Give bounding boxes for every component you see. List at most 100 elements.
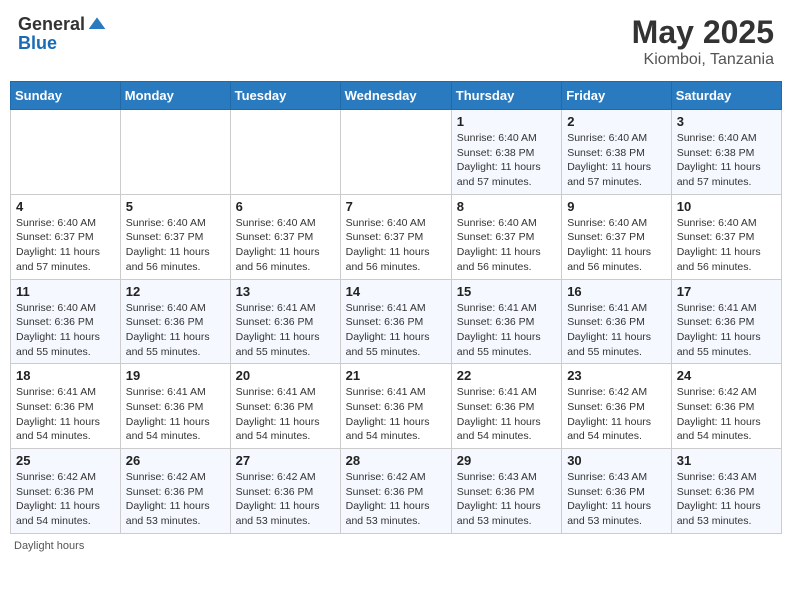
day-number: 20 bbox=[236, 368, 335, 383]
title-block: May 2025 Kiomboi, Tanzania bbox=[632, 14, 774, 69]
logo-icon bbox=[87, 14, 107, 34]
calendar-day-cell: 19 Sunrise: 6:41 AM Sunset: 6:36 PM Dayli… bbox=[120, 364, 230, 449]
calendar-day-cell: 26Sunrise: 6:42 AM Sunset: 6:36 PM Dayli… bbox=[120, 449, 230, 534]
calendar-header-cell: Friday bbox=[562, 82, 672, 110]
day-info: Sunrise: 6:42 AM Sunset: 6:36 PM Dayligh… bbox=[567, 385, 666, 444]
calendar-day-cell bbox=[120, 110, 230, 195]
day-info: Sunrise: 6:40 AM Sunset: 6:37 PM Dayligh… bbox=[677, 216, 776, 275]
day-info: Sunrise: 6:40 AM Sunset: 6:37 PM Dayligh… bbox=[457, 216, 556, 275]
day-number: 19 bbox=[126, 368, 225, 383]
day-info: Sunrise: 6:40 AM Sunset: 6:37 PM Dayligh… bbox=[16, 216, 115, 275]
day-info: Sunrise: 6:40 AM Sunset: 6:38 PM Dayligh… bbox=[457, 131, 556, 190]
day-info: Sunrise: 6:42 AM Sunset: 6:36 PM Dayligh… bbox=[126, 470, 225, 529]
day-info: Sunrise: 6:43 AM Sunset: 6:36 PM Dayligh… bbox=[457, 470, 556, 529]
logo: General Blue bbox=[18, 14, 107, 52]
day-info: Sunrise: 6:42 AM Sunset: 6:36 PM Dayligh… bbox=[346, 470, 446, 529]
day-number: 18 bbox=[16, 368, 115, 383]
calendar-week-row: 25 Sunrise: 6:42 AM Sunset: 6:36 PM Dayli… bbox=[11, 449, 782, 534]
page-header: General Blue May 2025 Kiomboi, Tanzania bbox=[10, 10, 782, 73]
day-info: Sunrise: 6:41 AM Sunset: 6:36 PM Dayligh… bbox=[677, 301, 776, 360]
day-number: 3 bbox=[677, 114, 776, 129]
calendar-header-cell: Tuesday bbox=[230, 82, 340, 110]
day-info: Sunrise: 6:41 AM Sunset: 6:36 PM Dayligh… bbox=[126, 385, 225, 444]
calendar-day-cell: 9Sunrise: 6:40 AM Sunset: 6:37 PM Daylig… bbox=[562, 194, 672, 279]
day-number: 27 bbox=[236, 453, 335, 468]
calendar-day-cell: 23 Sunrise: 6:42 AM Sunset: 6:36 PM Dayli… bbox=[562, 364, 672, 449]
calendar-day-cell: 13Sunrise: 6:41 AM Sunset: 6:36 PM Dayli… bbox=[230, 279, 340, 364]
day-info: Sunrise: 6:43 AM Sunset: 6:36 PM Dayligh… bbox=[677, 470, 776, 529]
day-number: 14 bbox=[346, 284, 446, 299]
day-number: 21 bbox=[346, 368, 446, 383]
day-info: Sunrise: 6:40 AM Sunset: 6:37 PM Dayligh… bbox=[236, 216, 335, 275]
day-info: Sunrise: 6:43 AM Sunset: 6:36 PM Dayligh… bbox=[567, 470, 666, 529]
day-info: Sunrise: 6:42 AM Sunset: 6:36 PM Dayligh… bbox=[677, 385, 776, 444]
footer-text: Daylight hours bbox=[14, 540, 84, 552]
calendar-table: SundayMondayTuesdayWednesdayThursdayFrid… bbox=[10, 81, 782, 534]
day-number: 4 bbox=[16, 199, 115, 214]
calendar-day-cell: 2 Sunrise: 6:40 AM Sunset: 6:38 PM Daylig… bbox=[562, 110, 672, 195]
calendar-day-cell: 5Sunrise: 6:40 AM Sunset: 6:37 PM Daylig… bbox=[120, 194, 230, 279]
day-info: Sunrise: 6:40 AM Sunset: 6:36 PM Dayligh… bbox=[126, 301, 225, 360]
calendar-day-cell: 8 Sunrise: 6:40 AM Sunset: 6:37 PM Daylig… bbox=[451, 194, 561, 279]
day-number: 10 bbox=[677, 199, 776, 214]
calendar-day-cell: 16Sunrise: 6:41 AM Sunset: 6:36 PM Dayli… bbox=[562, 279, 672, 364]
footer-note: Daylight hours bbox=[10, 540, 782, 552]
calendar-day-cell: 18 Sunrise: 6:41 AM Sunset: 6:36 PM Dayli… bbox=[11, 364, 121, 449]
calendar-header-cell: Saturday bbox=[671, 82, 781, 110]
calendar-day-cell: 11 Sunrise: 6:40 AM Sunset: 6:36 PM Dayli… bbox=[11, 279, 121, 364]
day-number: 25 bbox=[16, 453, 115, 468]
day-number: 7 bbox=[346, 199, 446, 214]
calendar-week-row: 4 Sunrise: 6:40 AM Sunset: 6:37 PM Daylig… bbox=[11, 194, 782, 279]
day-number: 29 bbox=[457, 453, 556, 468]
calendar-week-row: 11 Sunrise: 6:40 AM Sunset: 6:36 PM Dayli… bbox=[11, 279, 782, 364]
calendar-day-cell: 21 Sunrise: 6:41 AM Sunset: 6:36 PM Dayli… bbox=[340, 364, 451, 449]
calendar-day-cell: 7Sunrise: 6:40 AM Sunset: 6:37 PM Daylig… bbox=[340, 194, 451, 279]
day-number: 15 bbox=[457, 284, 556, 299]
day-info: Sunrise: 6:40 AM Sunset: 6:38 PM Dayligh… bbox=[567, 131, 666, 190]
day-number: 12 bbox=[126, 284, 225, 299]
day-number: 23 bbox=[567, 368, 666, 383]
logo-text-blue: Blue bbox=[18, 34, 57, 52]
calendar-day-cell: 4 Sunrise: 6:40 AM Sunset: 6:37 PM Daylig… bbox=[11, 194, 121, 279]
day-number: 22 bbox=[457, 368, 556, 383]
calendar-title: May 2025 bbox=[632, 14, 774, 51]
day-info: Sunrise: 6:41 AM Sunset: 6:36 PM Dayligh… bbox=[567, 301, 666, 360]
calendar-day-cell: 14Sunrise: 6:41 AM Sunset: 6:36 PM Dayli… bbox=[340, 279, 451, 364]
calendar-day-cell: 22 Sunrise: 6:41 AM Sunset: 6:36 PM Dayli… bbox=[451, 364, 561, 449]
day-info: Sunrise: 6:41 AM Sunset: 6:36 PM Dayligh… bbox=[236, 301, 335, 360]
calendar-day-cell: 20 Sunrise: 6:41 AM Sunset: 6:36 PM Dayli… bbox=[230, 364, 340, 449]
calendar-header-row: SundayMondayTuesdayWednesdayThursdayFrid… bbox=[11, 82, 782, 110]
day-info: Sunrise: 6:41 AM Sunset: 6:36 PM Dayligh… bbox=[346, 385, 446, 444]
calendar-header-cell: Thursday bbox=[451, 82, 561, 110]
day-info: Sunrise: 6:41 AM Sunset: 6:36 PM Dayligh… bbox=[457, 385, 556, 444]
calendar-day-cell bbox=[340, 110, 451, 195]
calendar-day-cell: 25 Sunrise: 6:42 AM Sunset: 6:36 PM Dayli… bbox=[11, 449, 121, 534]
calendar-week-row: 1Sunrise: 6:40 AM Sunset: 6:38 PM Daylig… bbox=[11, 110, 782, 195]
day-info: Sunrise: 6:41 AM Sunset: 6:36 PM Dayligh… bbox=[16, 385, 115, 444]
day-number: 8 bbox=[457, 199, 556, 214]
calendar-day-cell: 29 Sunrise: 6:43 AM Sunset: 6:36 PM Dayli… bbox=[451, 449, 561, 534]
day-number: 6 bbox=[236, 199, 335, 214]
calendar-day-cell: 17Sunrise: 6:41 AM Sunset: 6:36 PM Dayli… bbox=[671, 279, 781, 364]
calendar-day-cell: 28 Sunrise: 6:42 AM Sunset: 6:36 PM Dayli… bbox=[340, 449, 451, 534]
day-info: Sunrise: 6:42 AM Sunset: 6:36 PM Dayligh… bbox=[16, 470, 115, 529]
calendar-day-cell: 3Sunrise: 6:40 AM Sunset: 6:38 PM Daylig… bbox=[671, 110, 781, 195]
calendar-day-cell: 24 Sunrise: 6:42 AM Sunset: 6:36 PM Dayli… bbox=[671, 364, 781, 449]
calendar-header-cell: Sunday bbox=[11, 82, 121, 110]
day-number: 11 bbox=[16, 284, 115, 299]
day-number: 24 bbox=[677, 368, 776, 383]
logo-text-general: General bbox=[18, 15, 85, 33]
day-info: Sunrise: 6:40 AM Sunset: 6:37 PM Dayligh… bbox=[126, 216, 225, 275]
day-info: Sunrise: 6:40 AM Sunset: 6:36 PM Dayligh… bbox=[16, 301, 115, 360]
calendar-day-cell bbox=[230, 110, 340, 195]
day-number: 28 bbox=[346, 453, 446, 468]
calendar-day-cell: 1Sunrise: 6:40 AM Sunset: 6:38 PM Daylig… bbox=[451, 110, 561, 195]
day-number: 2 bbox=[567, 114, 666, 129]
calendar-header-cell: Wednesday bbox=[340, 82, 451, 110]
day-info: Sunrise: 6:41 AM Sunset: 6:36 PM Dayligh… bbox=[236, 385, 335, 444]
calendar-header-cell: Monday bbox=[120, 82, 230, 110]
calendar-day-cell: 15 Sunrise: 6:41 AM Sunset: 6:36 PM Dayli… bbox=[451, 279, 561, 364]
day-number: 9 bbox=[567, 199, 666, 214]
day-info: Sunrise: 6:41 AM Sunset: 6:36 PM Dayligh… bbox=[457, 301, 556, 360]
day-info: Sunrise: 6:42 AM Sunset: 6:36 PM Dayligh… bbox=[236, 470, 335, 529]
